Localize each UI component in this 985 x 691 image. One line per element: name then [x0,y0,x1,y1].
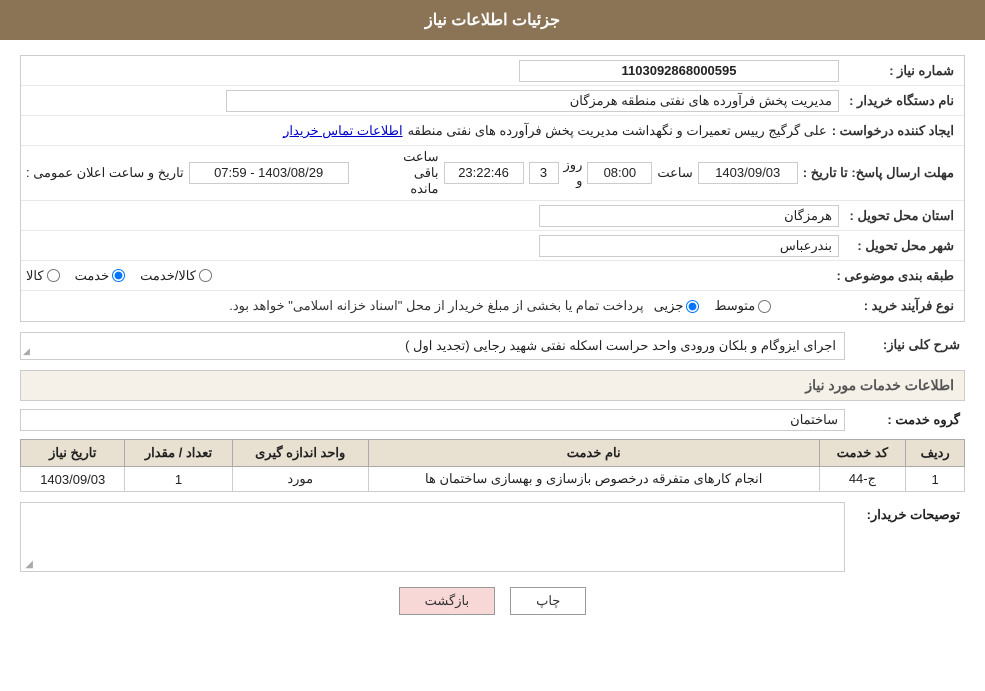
tabaghe-label: طبقه بندی موضوعی : [831,266,959,286]
table-row: 1ج-44انجام کارهای متفرقه درخصوص بازسازی … [21,467,965,492]
page-header: جزئیات اطلاعات نیاز [0,0,985,40]
ijadKonande-value: علی گرگیج رییس تعمیرات و نگهداشت مدیریت … [408,123,827,139]
shomareNiaz-label: شماره نیاز : [839,61,959,81]
table-cell: انجام کارهای متفرقه درخصوص بازسازی و بهس… [368,467,819,492]
sharhKoli-value: اجرای ایزوگام و بلکان ورودی واحد حراست ا… [20,332,845,360]
sharhKoli-section: شرح کلی نیاز: اجرای ایزوگام و بلکان ورود… [20,332,965,360]
ijadKonande-row: ایجاد کننده درخواست : علی گرگیج رییس تعم… [21,116,964,146]
tabaghe-radio-group: کالا/خدمت خدمت کالا [26,268,831,284]
saat-value: 08:00 [587,162,652,184]
ostan-label: استان محل تحویل : [839,206,959,226]
tosihKharidar-label: توصیحات خریدار: [845,502,965,523]
tarikh-ilan-value: 1403/08/29 - 07:59 [189,162,349,184]
mohlat-label: مهلت ارسال پاسخ: تا تاریخ : [798,163,959,183]
table-cell: 1 [906,467,965,492]
khadamat-section-title: اطلاعات خدمات مورد نیاز [20,370,965,401]
table-cell: 1 [125,467,232,492]
shahr-value: بندرعباس [539,235,839,257]
baghimande-value: 23:22:46 [444,162,524,184]
col-nam: نام خدمت [368,440,819,467]
ostan-row: استان محل تحویل : هرمزگان [21,201,964,231]
namDastgah-row: نام دستگاه خریدار : مدیریت پخش فرآورده ه… [21,86,964,116]
main-form: شماره نیاز : 1103092868000595 نام دستگاه… [20,55,965,322]
radio-jozi[interactable]: جزیی [654,298,700,314]
col-tarikh: تاریخ نیاز [21,440,125,467]
radio-khedmat[interactable]: خدمت [75,268,126,284]
ijadKonande-link[interactable]: اطلاعات تماس خریدار [283,123,402,139]
tabaghe-row: طبقه بندی موضوعی : کالا/خدمت خدمت کالا [21,261,964,291]
groheKhedmat-label: گروه خدمت : [845,412,965,428]
buttons-row: چاپ بازگشت [20,587,965,615]
col-tedad: تعداد / مقدار [125,440,232,467]
taarikh-value: 1403/09/03 [698,162,798,184]
page-title: جزئیات اطلاعات نیاز [425,12,560,29]
service-table: ردیف کد خدمت نام خدمت واحد اندازه گیری ت… [20,439,965,492]
radio-kala[interactable]: کالا [26,268,60,284]
table-cell: 1403/09/03 [21,467,125,492]
radio-motavaset[interactable]: متوسط [714,298,771,314]
back-button[interactable]: بازگشت [399,587,495,615]
shahr-row: شهر محل تحویل : بندرعباس [21,231,964,261]
navFarayand-note: پرداخت تمام یا بخشی از مبلغ خریدار از مح… [26,298,654,314]
resize-handle: ◢ [23,346,30,357]
radio-kala-khedmat[interactable]: کالا/خدمت [140,268,212,284]
col-vahed: واحد اندازه گیری [232,440,368,467]
tosihKharidar-section: توصیحات خریدار: ◢ [20,502,965,572]
navFarayand-row: نوع فرآیند خرید : متوسط جزیی پرداخت تمام… [21,291,964,321]
namDastgah-value: مدیریت پخش فرآورده های نفتی منطقه هرمزگا… [226,90,839,112]
saat-label: ساعت [657,165,692,181]
rooz-value: 3 [529,162,559,184]
navFarayand-label: نوع فرآیند خرید : [839,296,959,316]
groheKhedmat-value: ساختمان [20,409,845,431]
tarikh-ilan-label: تاریخ و ساعت اعلان عمومی : [26,165,184,181]
description-resize-handle: ◢ [23,559,33,569]
ijadKonande-label: ایجاد کننده درخواست : [827,121,959,141]
table-cell: ج-44 [819,467,906,492]
rooz-label: روز و [564,157,583,189]
groheKhedmat-row: گروه خدمت : ساختمان [20,409,965,431]
mohlat-row: مهلت ارسال پاسخ: تا تاریخ : 1403/09/03 س… [21,146,964,201]
tosihKharidar-box: ◢ [20,502,845,572]
namDastgah-label: نام دستگاه خریدار : [839,91,959,111]
sharhKoli-label: شرح کلی نیاز: [845,332,965,355]
ostan-value: هرمزگان [539,205,839,227]
navFarayand-radio-group: متوسط جزیی [654,298,839,314]
baghimande-label: ساعت باقی مانده [403,149,438,197]
print-button[interactable]: چاپ [510,587,586,615]
shomareNiaz-value: 1103092868000595 [519,60,839,82]
shahr-label: شهر محل تحویل : [839,236,959,256]
col-radif: ردیف [906,440,965,467]
table-cell: مورد [232,467,368,492]
shomareNiaz-row: شماره نیاز : 1103092868000595 [21,56,964,86]
col-kod: کد خدمت [819,440,906,467]
